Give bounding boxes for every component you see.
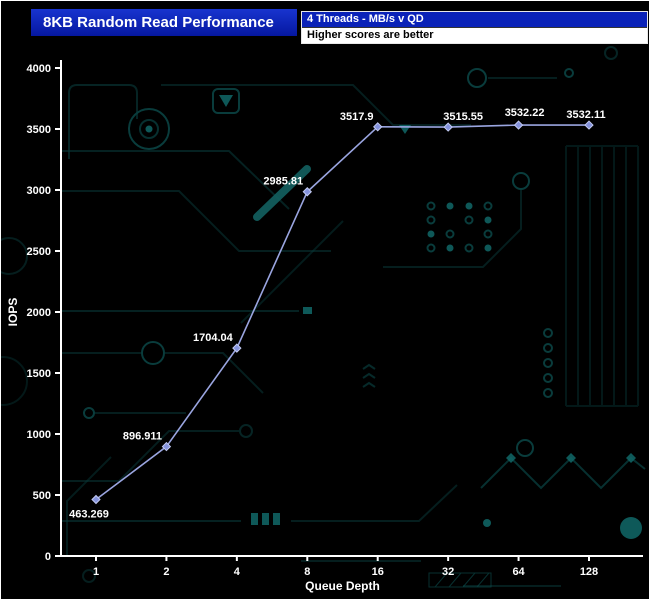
- chart-title-bar: 8KB Random Read Performance: [31, 9, 297, 36]
- svg-text:3500: 3500: [27, 124, 51, 136]
- svg-text:64: 64: [512, 566, 525, 578]
- svg-text:Queue Depth: Queue Depth: [305, 579, 380, 593]
- svg-text:1704.04: 1704.04: [193, 332, 234, 344]
- svg-text:2: 2: [163, 566, 169, 578]
- svg-text:2985.81: 2985.81: [263, 176, 303, 188]
- svg-text:8: 8: [304, 566, 310, 578]
- svg-text:IOPS: IOPS: [6, 298, 20, 327]
- svg-text:4000: 4000: [27, 63, 51, 75]
- svg-text:896.911: 896.911: [123, 431, 162, 443]
- legend-note: Higher scores are better: [302, 27, 647, 43]
- svg-text:1500: 1500: [27, 368, 51, 380]
- chart-title: 8KB Random Read Performance: [43, 14, 274, 31]
- svg-text:0: 0: [45, 551, 51, 563]
- svg-text:3515.55: 3515.55: [443, 111, 483, 123]
- svg-text:2000: 2000: [27, 307, 51, 319]
- svg-text:1000: 1000: [27, 429, 51, 441]
- svg-text:32: 32: [442, 566, 454, 578]
- svg-text:500: 500: [33, 490, 51, 502]
- svg-text:128: 128: [580, 566, 598, 578]
- svg-text:3532.22: 3532.22: [505, 107, 545, 119]
- chart-screenshot: 8KB Random Read Performance 4 Threads - …: [0, 0, 650, 600]
- svg-text:4: 4: [234, 566, 241, 578]
- legend-series-label: 4 Threads - MB/s v QD: [302, 12, 647, 27]
- svg-text:3000: 3000: [27, 185, 51, 197]
- chart-legend: 4 Threads - MB/s v QD Higher scores are …: [301, 11, 648, 44]
- svg-text:3517.9: 3517.9: [340, 111, 374, 123]
- svg-text:16: 16: [372, 566, 384, 578]
- svg-text:463.269: 463.269: [69, 508, 109, 520]
- svg-text:1: 1: [93, 566, 99, 578]
- iops-line-chart: 0 500 1000 1500 2000 2500 3000 3500 4000 1 2 4 8 16 32…: [1, 1, 650, 600]
- svg-text:3532.11: 3532.11: [566, 109, 605, 121]
- svg-text:2500: 2500: [27, 246, 51, 258]
